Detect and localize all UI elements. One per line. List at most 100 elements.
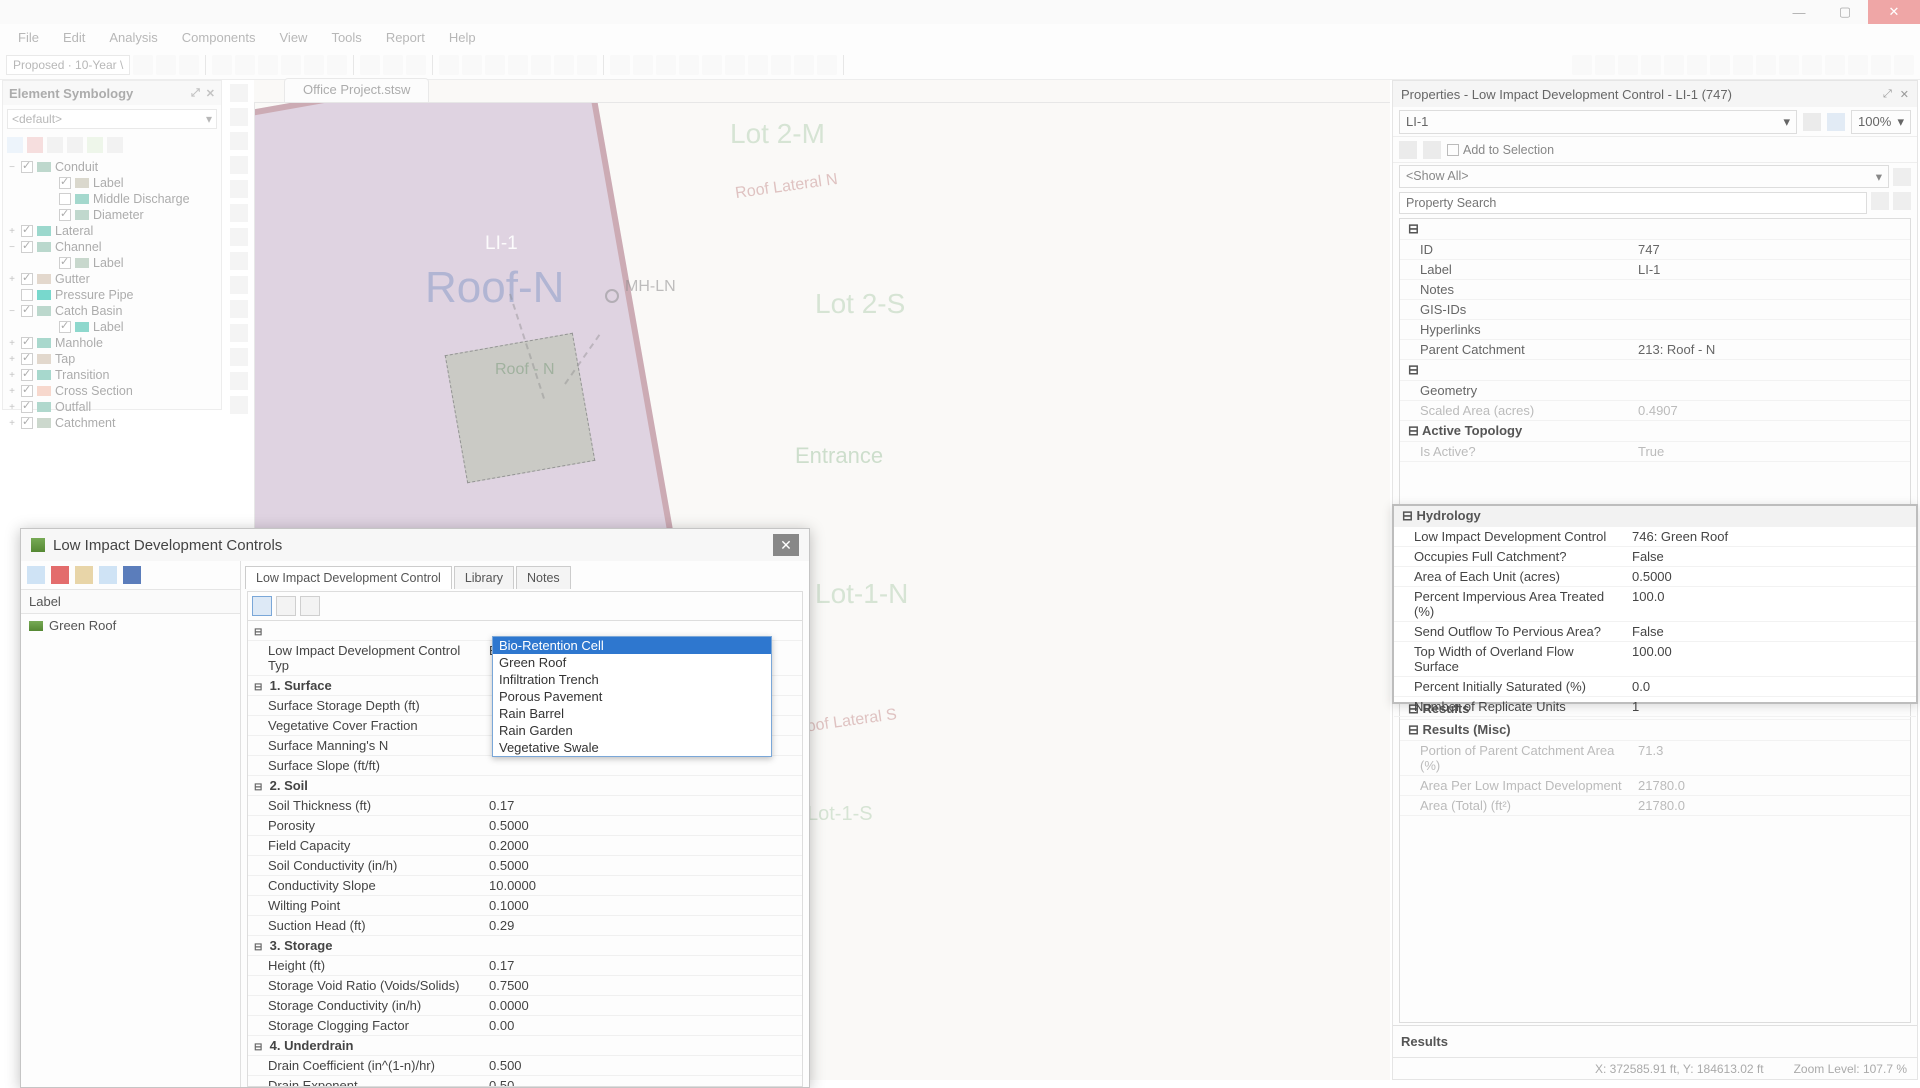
delete-icon[interactable] [51,566,69,584]
toolbar-icon[interactable] [748,55,768,75]
element-combo[interactable]: LI-1 ▾ [1399,110,1797,134]
tree-row[interactable]: +Tap [7,351,217,367]
toolbar-icon[interactable] [281,55,301,75]
toolbar-icon[interactable] [230,276,248,294]
delete-icon[interactable] [27,137,43,153]
toolbar-icon[interactable] [725,55,745,75]
zoom-combo[interactable]: 100%▾ [1851,110,1911,134]
toolbar-icon[interactable] [577,55,597,75]
scenario-dropdown[interactable]: Proposed · 10-Year \ [6,55,130,75]
categorize-icon[interactable] [252,596,272,616]
toolbar-icon[interactable] [47,137,63,153]
toolbar-icon[interactable] [771,55,791,75]
lid-list-item[interactable]: Green Roof [21,614,240,637]
lid-type-dropdown[interactable]: Bio-Retention CellGreen RoofInfiltration… [492,636,772,757]
toolbar-icon[interactable] [179,55,199,75]
toolbar-icon[interactable] [1423,141,1441,159]
new-icon[interactable] [27,566,45,584]
add-to-selection-checkbox[interactable]: Add to Selection [1447,143,1554,157]
help-icon[interactable] [1827,113,1845,131]
toolbar-icon[interactable] [235,55,255,75]
toolbar-icon[interactable] [702,55,722,75]
menu-view[interactable]: View [270,27,318,48]
toolbar-icon[interactable] [1779,55,1799,75]
menu-file[interactable]: File [8,27,49,48]
toolbar-icon[interactable] [156,55,176,75]
close-icon[interactable]: ✕ [1900,88,1909,101]
toolbar-icon[interactable] [230,348,248,366]
tree-row[interactable]: Label [7,255,217,271]
toolbar-icon[interactable] [1871,55,1891,75]
toolbar-icon[interactable] [230,108,248,126]
toolbar-icon[interactable] [133,55,153,75]
dropdown-option[interactable]: Rain Garden [493,722,771,739]
toolbar-icon[interactable] [610,55,630,75]
toolbar-icon[interactable] [439,55,459,75]
select-icon[interactable] [230,84,248,102]
dropdown-option[interactable]: Vegetative Swale [493,739,771,756]
toolbar-icon[interactable] [1733,55,1753,75]
tree-row[interactable]: Diameter [7,207,217,223]
duplicate-icon[interactable] [99,566,117,584]
toolbar-icon[interactable] [794,55,814,75]
dropdown-option[interactable]: Rain Barrel [493,705,771,722]
symbology-combo[interactable]: <default> ▾ [7,109,217,129]
tree-row[interactable]: Pressure Pipe [7,287,217,303]
toolbar-icon[interactable] [258,55,278,75]
menu-report[interactable]: Report [376,27,435,48]
pin-icon[interactable]: ⤢ [1883,88,1892,101]
toolbar-icon[interactable] [508,55,528,75]
menu-help[interactable]: Help [439,27,486,48]
toolbar-icon[interactable] [230,228,248,246]
tree-row[interactable]: +Manhole [7,335,217,351]
tab-lid-control[interactable]: Low Impact Development Control [245,566,452,589]
toolbar-icon[interactable] [327,55,347,75]
tree-row[interactable]: +Transition [7,367,217,383]
tree-row[interactable]: −Channel [7,239,217,255]
toolbar-icon[interactable] [633,55,653,75]
toolbar-icon[interactable] [304,55,324,75]
property-search-input[interactable] [1399,192,1867,214]
tree-row[interactable]: +Catchment [7,415,217,431]
dropdown-option[interactable]: Bio-Retention Cell [493,637,771,654]
find-icon[interactable] [1803,113,1821,131]
toolbar-icon[interactable] [230,396,248,414]
toolbar-icon[interactable] [360,55,380,75]
toolbar-icon[interactable] [1825,55,1845,75]
dropdown-option[interactable]: Green Roof [493,654,771,671]
toolbar-icon[interactable] [230,132,248,150]
toolbar-icon[interactable] [107,137,123,153]
filter-icon[interactable] [1893,168,1911,186]
toolbar-icon[interactable] [67,137,83,153]
toolbar-icon[interactable] [383,55,403,75]
canvas-tab[interactable]: Office Project.stsw [284,78,429,102]
toolbar-icon[interactable] [485,55,505,75]
toolbar-icon[interactable] [1710,55,1730,75]
close-icon[interactable]: ✕ [206,87,215,100]
node-icon[interactable] [605,289,619,303]
inner-polygon[interactable] [445,333,596,484]
pin-icon[interactable]: ⤢ [191,87,200,100]
tab-notes[interactable]: Notes [516,566,571,589]
toolbar-icon[interactable] [87,137,103,153]
toolbar-icon[interactable] [230,324,248,342]
toolbar-icon[interactable] [1664,55,1684,75]
toolbar-icon[interactable] [230,204,248,222]
toolbar-icon[interactable] [230,372,248,390]
sync-icon[interactable] [123,566,141,584]
menu-components[interactable]: Components [172,27,266,48]
dropdown-option[interactable]: Infiltration Trench [493,671,771,688]
toolbar-icon[interactable] [1399,141,1417,159]
toolbar-icon[interactable] [230,300,248,318]
tree-row[interactable]: Label [7,175,217,191]
toolbar-icon[interactable] [679,55,699,75]
symbology-tree[interactable]: −ConduitLabelMiddle DischargeDiameter+La… [3,157,221,433]
menu-edit[interactable]: Edit [53,27,95,48]
toolbar-icon[interactable] [1595,55,1615,75]
toolbar-icon[interactable] [212,55,232,75]
toolbar-icon[interactable] [531,55,551,75]
toolbar-icon[interactable] [817,55,837,75]
toolbar-icon[interactable] [1802,55,1822,75]
toolbar-icon[interactable] [554,55,574,75]
dialog-close-button[interactable]: ✕ [773,534,799,556]
